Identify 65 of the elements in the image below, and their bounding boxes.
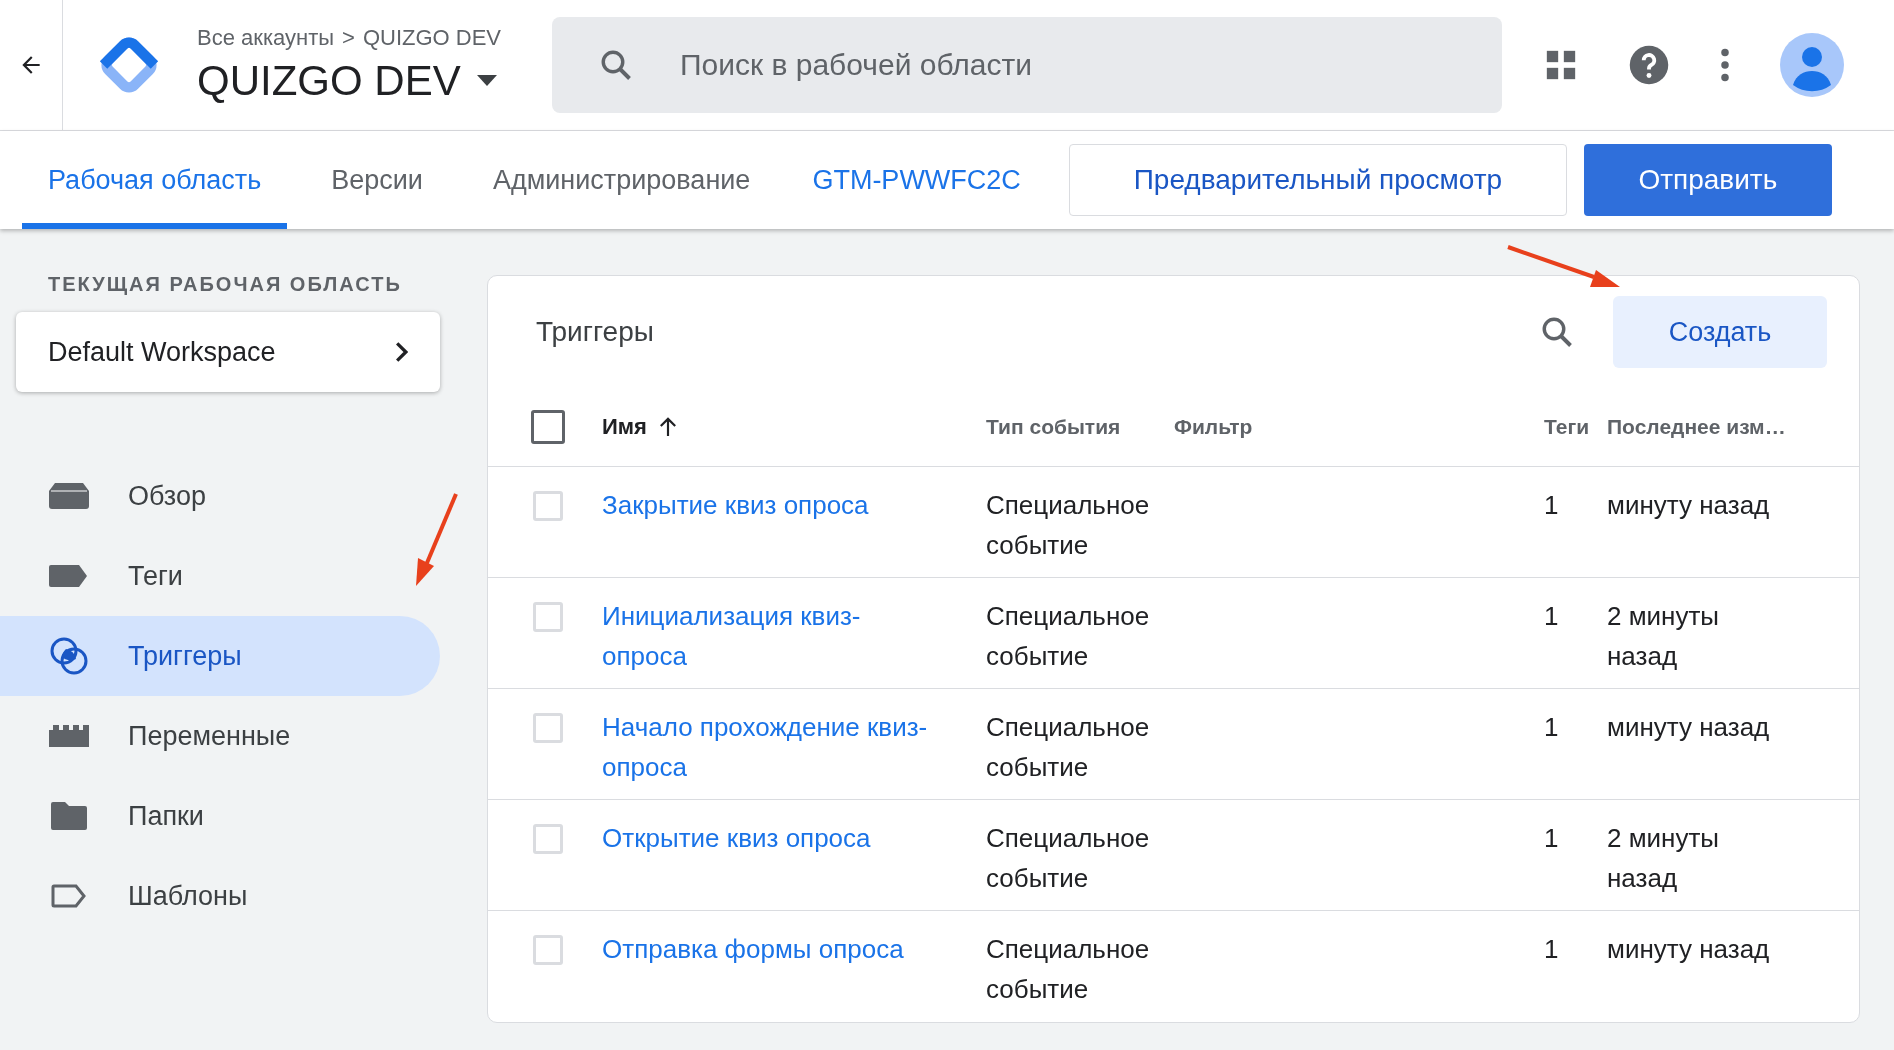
preview-button[interactable]: Предварительный просмотр <box>1068 144 1567 216</box>
column-header[interactable]: Последнее изм… <box>1607 415 1786 439</box>
sidebar-item[interactable]: Триггеры <box>0 616 440 696</box>
tag-icon <box>48 565 90 587</box>
submit-button[interactable]: Отправить <box>1583 144 1832 216</box>
sidebar-item[interactable]: Переменные <box>0 696 440 776</box>
column-header[interactable]: Теги <box>1544 415 1590 439</box>
column-header[interactable]: Тип события <box>986 415 1121 439</box>
section-label: ТЕКУЩАЯ РАБОЧАЯ ОБЛАСТЬ <box>48 273 403 296</box>
folder-icon <box>48 802 90 830</box>
brick-icon <box>48 725 90 747</box>
sidebar-item[interactable]: Теги <box>0 536 440 616</box>
workspace-selector[interactable]: Default Workspace <box>16 312 440 392</box>
row-checkbox[interactable] <box>533 602 563 632</box>
chevron-right-icon <box>395 341 408 363</box>
search-field[interactable]: Поиск в рабочей области <box>552 17 1502 113</box>
trigger-name-link[interactable]: Открытие квиз опроса <box>602 818 936 858</box>
inbox-icon <box>48 483 90 509</box>
sidebar-item[interactable]: Папки <box>0 776 440 856</box>
last-modified-cell-text: минуту назад <box>1607 933 1771 966</box>
column-header[interactable]: Имя <box>602 414 647 440</box>
overlapping-circles-icon <box>48 636 90 676</box>
event-type-cell: Специальное событие <box>986 490 1150 560</box>
last-modified-cell-text: минуту назад <box>1607 489 1771 522</box>
breadcrumb-separator: > <box>342 25 355 51</box>
container-name[interactable]: QUIZGO DEV <box>197 57 461 105</box>
nav-tab[interactable]: Версии <box>305 131 449 229</box>
card-title: Триггеры <box>536 316 655 348</box>
event-type-cell: Специальное событие <box>986 823 1150 893</box>
logo-icon <box>99 35 159 95</box>
trigger-name-link[interactable]: Инициализация квиз-опроса <box>602 596 936 676</box>
event-type-cell: Специальное событие <box>986 601 1150 671</box>
last-modified-cell-text: 2 минуты назад <box>1607 822 1721 895</box>
trigger-name-link[interactable]: Закрытие квиз опроса <box>602 485 936 525</box>
apps-grid-icon[interactable] <box>1544 48 1578 82</box>
tags-count-cell: 1 <box>1544 601 1559 631</box>
select-all-checkbox[interactable] <box>531 410 565 444</box>
more-options-icon[interactable] <box>1720 48 1730 82</box>
nav-tab[interactable]: Рабочая область <box>22 131 288 229</box>
trigger-name-link[interactable]: Отправка формы опроса <box>602 929 936 969</box>
row-checkbox[interactable] <box>533 824 563 854</box>
sort-ascending-icon[interactable] <box>658 417 677 437</box>
breadcrumb-link[interactable]: Все аккаунты <box>197 25 335 51</box>
last-modified-cell-text: минуту назад <box>1607 711 1771 744</box>
last-modified-cell-text: 2 минуты назад <box>1607 600 1721 673</box>
tags-count-cell: 1 <box>1544 934 1559 964</box>
dropdown-caret-icon[interactable] <box>476 75 497 87</box>
row-checkbox[interactable] <box>533 935 563 965</box>
breadcrumb-current: QUIZGO DEV <box>362 25 501 51</box>
trigger-name-link[interactable]: Начало прохождение квиз-опроса <box>602 707 936 787</box>
row-checkbox[interactable] <box>533 713 563 743</box>
avatar-icon[interactable] <box>1780 33 1844 97</box>
nav-tab[interactable]: Администрирование <box>466 131 777 229</box>
row-checkbox[interactable] <box>533 491 563 521</box>
tags-count-cell: 1 <box>1544 490 1559 520</box>
create-button[interactable]: Создать <box>1613 296 1827 368</box>
sidebar-item[interactable]: Шаблоны <box>0 856 440 936</box>
container-id-link[interactable]: GTM-PWWFC2C <box>812 164 1021 196</box>
event-type-cell: Специальное событие <box>986 712 1150 782</box>
sidebar-item[interactable]: Обзор <box>0 456 440 536</box>
column-header[interactable]: Фильтр <box>1174 415 1253 439</box>
tags-count-cell: 1 <box>1544 823 1559 853</box>
event-type-cell: Специальное событие <box>986 934 1150 1004</box>
help-icon[interactable] <box>1628 44 1670 86</box>
tags-count-cell: 1 <box>1544 712 1559 742</box>
